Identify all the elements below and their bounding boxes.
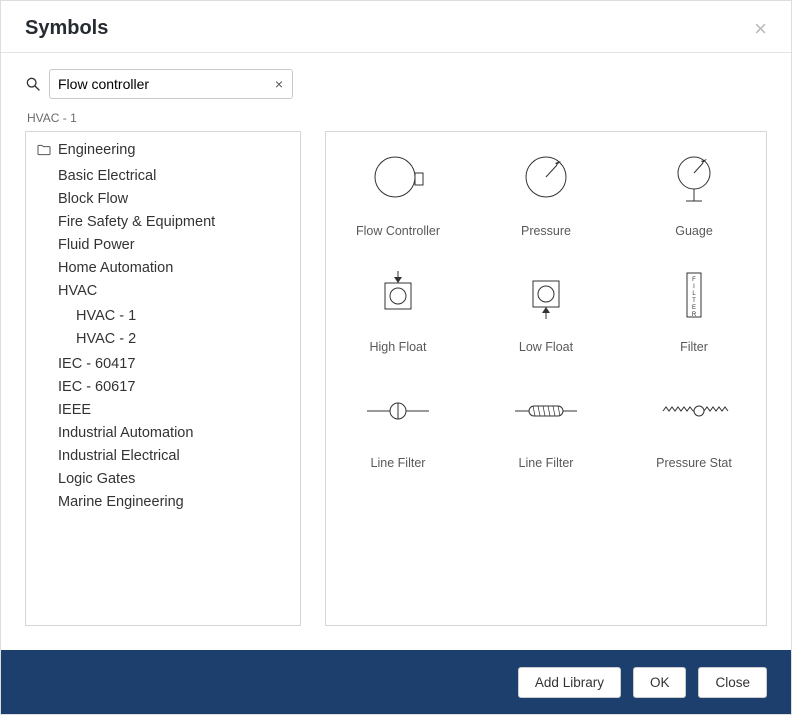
symbol-label: Pressure: [487, 224, 605, 238]
tree-item[interactable]: Fire Safety & Equipment: [54, 210, 294, 233]
dialog-body: × HVAC - 1 Engineering Basic ElectricalB…: [1, 53, 791, 650]
pressure-stat-icon: [659, 383, 729, 439]
tree-item[interactable]: Fluid Power: [54, 233, 294, 256]
symbol-label: Line Filter: [339, 456, 457, 470]
symbol-item[interactable]: High Float: [339, 256, 457, 354]
symbol-pane[interactable]: Flow Controller Pressure Guage High Float Lo…: [325, 131, 767, 626]
svg-text:E: E: [692, 305, 696, 311]
symbol-canvas: [339, 372, 457, 450]
tree-item[interactable]: IEC - 60617: [54, 375, 294, 398]
tree-item[interactable]: IEC - 60417: [54, 352, 294, 375]
tree-node-engineering[interactable]: Engineering: [32, 140, 294, 160]
symbol-label: Guage: [635, 224, 753, 238]
svg-text:I: I: [693, 284, 695, 290]
symbol-label: Line Filter: [487, 456, 605, 470]
symbol-label: Low Float: [487, 340, 605, 354]
search-wrap: ×: [49, 69, 293, 99]
symbol-canvas: [487, 372, 605, 450]
tree-item[interactable]: Home Automation: [54, 256, 294, 279]
symbol-canvas: [635, 140, 753, 218]
clear-search-icon[interactable]: ×: [271, 76, 287, 92]
tree-item[interactable]: Block Flow: [54, 187, 294, 210]
tree-item[interactable]: IEEE: [54, 398, 294, 421]
symbols-dialog: Symbols × × HVAC - 1 Engineering: [0, 0, 792, 715]
flow-controller-icon: [363, 151, 433, 207]
close-icon[interactable]: ×: [754, 18, 767, 40]
tree-root-label: Engineering: [58, 142, 135, 158]
symbol-canvas: [339, 256, 457, 334]
dialog-header: Symbols ×: [1, 1, 791, 52]
svg-text:L: L: [692, 291, 696, 297]
symbol-label: Filter: [635, 340, 753, 354]
dialog-title: Symbols: [25, 17, 108, 40]
svg-text:F: F: [692, 277, 696, 283]
tree-item[interactable]: HVAC - 2: [72, 327, 294, 350]
filter-label: HVAC - 1: [27, 111, 767, 125]
symbol-label: Pressure Stat: [635, 456, 753, 470]
tree-item[interactable]: Marine Engineering: [54, 490, 294, 513]
tree-item[interactable]: Industrial Electrical: [54, 444, 294, 467]
tree-item[interactable]: HVAC: [54, 279, 294, 302]
ok-button[interactable]: OK: [633, 667, 687, 698]
panes: Engineering Basic ElectricalBlock FlowFi…: [25, 131, 767, 650]
symbol-item[interactable]: Pressure Stat: [635, 372, 753, 470]
search-input[interactable]: [49, 69, 293, 99]
symbol-canvas: [487, 256, 605, 334]
symbol-canvas: [339, 140, 457, 218]
tree-item[interactable]: Industrial Automation: [54, 421, 294, 444]
line-filter-round-icon: [363, 383, 433, 439]
symbol-item[interactable]: Line Filter: [487, 372, 605, 470]
symbol-canvas: [487, 140, 605, 218]
symbol-item[interactable]: Line Filter: [339, 372, 457, 470]
symbol-label: Flow Controller: [339, 224, 457, 238]
line-filter-mesh-icon: [511, 383, 581, 439]
symbol-grid: Flow Controller Pressure Guage High Float Lo…: [326, 140, 766, 470]
tree-item[interactable]: Logic Gates: [54, 467, 294, 490]
pressure-icon: [511, 151, 581, 207]
svg-text:R: R: [692, 312, 697, 318]
low-float-icon: [511, 267, 581, 323]
tree-list: Basic ElectricalBlock FlowFire Safety & …: [32, 164, 294, 513]
add-library-button[interactable]: Add Library: [518, 667, 621, 698]
search-icon: [25, 76, 41, 92]
category-tree[interactable]: Engineering Basic ElectricalBlock FlowFi…: [25, 131, 301, 626]
symbol-item[interactable]: Pressure: [487, 140, 605, 238]
symbol-label: High Float: [339, 340, 457, 354]
filter-icon: FILTER: [659, 267, 729, 323]
tree-item[interactable]: HVAC - 1: [72, 304, 294, 327]
dialog-footer: Add Library OK Close: [1, 650, 791, 714]
tree-sublist: HVAC - 1HVAC - 2: [54, 304, 294, 350]
symbol-canvas: FILTER: [635, 256, 753, 334]
svg-text:T: T: [692, 298, 696, 304]
high-float-icon: [363, 267, 433, 323]
symbol-item[interactable]: Flow Controller: [339, 140, 457, 238]
folder-icon: [36, 142, 52, 158]
symbol-item[interactable]: FILTER Filter: [635, 256, 753, 354]
gauge-icon: [659, 151, 729, 207]
symbol-item[interactable]: Guage: [635, 140, 753, 238]
search-row: ×: [25, 69, 767, 99]
symbol-canvas: [635, 372, 753, 450]
symbol-item[interactable]: Low Float: [487, 256, 605, 354]
tree-item[interactable]: Basic Electrical: [54, 164, 294, 187]
close-button[interactable]: Close: [698, 667, 767, 698]
